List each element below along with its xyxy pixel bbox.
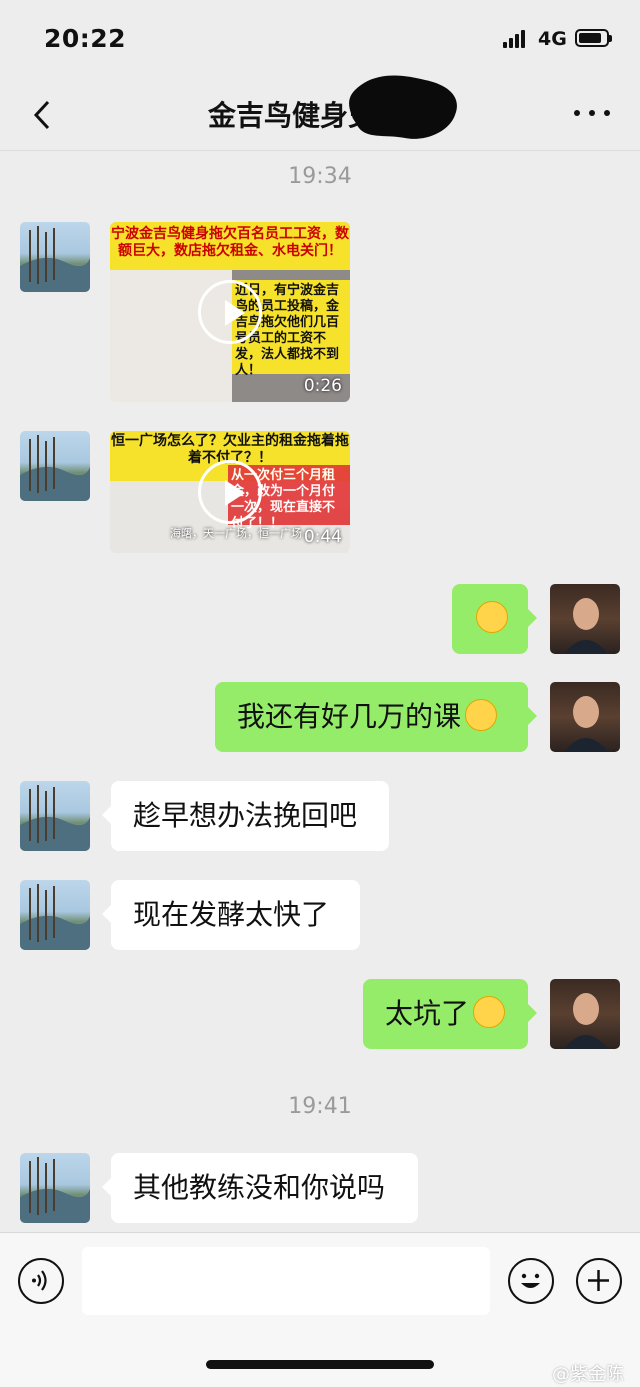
voice-input-button[interactable] <box>18 1258 64 1304</box>
status-time: 20:22 <box>44 24 127 53</box>
redaction-mark <box>349 75 457 139</box>
message-text: 趁早想办法挽回吧 <box>133 799 358 832</box>
worried-face-icon <box>473 996 506 1028</box>
message-text: 其他教练没和你说吗 <box>133 1171 386 1204</box>
plus-icon <box>588 1270 609 1291</box>
signal-icon <box>503 30 531 48</box>
avatar-self[interactable] <box>550 682 620 752</box>
video-banner: 宁波金吉鸟健身拖欠百名员工工资，数额巨大，数店拖欠租金、水电关门！ <box>110 222 350 270</box>
avatar-self[interactable] <box>550 584 620 654</box>
avatar[interactable] <box>20 1153 90 1223</box>
chat-title: 金吉鸟健身史家金 <box>207 99 432 132</box>
message-text: 我还有好几万的课 <box>237 700 462 733</box>
home-indicator <box>206 1360 434 1369</box>
video-duration: 0:44 <box>303 527 342 547</box>
person-avatar-image <box>564 696 608 752</box>
landscape-avatar-image <box>20 785 90 851</box>
watermark: @紫金陈 <box>552 1364 624 1385</box>
landscape-avatar-image <box>20 1157 90 1223</box>
message-text: 现在发酵太快了 <box>133 898 330 931</box>
avatar[interactable] <box>20 222 90 292</box>
play-icon[interactable] <box>198 460 262 524</box>
landscape-avatar-image <box>20 226 90 292</box>
voice-icon <box>32 1270 47 1291</box>
video-message[interactable]: 恒一广场怎么了？欠业主的租金拖着拖着不付了？！ 从一次付三个月租金，改为一个月付… <box>110 431 350 553</box>
smiley-icon <box>521 1273 540 1288</box>
avatar[interactable] <box>20 431 90 501</box>
video-message[interactable]: 员工反映宁波金吉鸟健身拖欠工资情况说明，涉及多家门店员工工资未发放，金额较大，相… <box>110 222 350 402</box>
timestamp: 19:34 <box>288 164 352 189</box>
person-avatar-image <box>564 993 608 1049</box>
message-bubble-sent[interactable]: 太坑了 <box>363 979 537 1049</box>
avatar-self[interactable] <box>550 979 620 1049</box>
person-avatar-image <box>564 598 608 654</box>
video-caption: 海曙，天一广场，恒一广场 <box>170 527 302 540</box>
crying-face-icon <box>465 699 498 731</box>
avatar[interactable] <box>20 880 90 950</box>
avatar[interactable] <box>20 781 90 851</box>
message-text: 太坑了 <box>385 997 470 1030</box>
video-duration: 0:26 <box>303 376 342 396</box>
more-options-button[interactable] <box>574 100 610 124</box>
emoji-button[interactable] <box>508 1258 554 1304</box>
landscape-avatar-image <box>20 435 90 501</box>
battery-icon <box>575 29 612 47</box>
network-type: 4G <box>538 28 567 50</box>
nav-bar: 金吉鸟健身史家金 <box>0 75 640 151</box>
timestamp: 19:41 <box>288 1094 352 1119</box>
play-icon[interactable] <box>198 280 262 344</box>
message-bubble-sent[interactable] <box>452 584 537 654</box>
message-bubble-received[interactable]: 现在发酵太快了 <box>102 880 360 950</box>
status-bar: 20:22 4G <box>0 0 640 80</box>
message-input[interactable] <box>82 1247 490 1315</box>
message-bubble-received[interactable]: 其他教练没和你说吗 <box>102 1153 418 1223</box>
more-actions-button[interactable] <box>576 1258 622 1304</box>
message-bubble-sent[interactable]: 我还有好几万的课 <box>215 682 537 752</box>
message-bubble-received[interactable]: 趁早想办法挽回吧 <box>102 781 389 851</box>
landscape-avatar-image <box>20 884 90 950</box>
worried-face-icon <box>476 601 508 633</box>
